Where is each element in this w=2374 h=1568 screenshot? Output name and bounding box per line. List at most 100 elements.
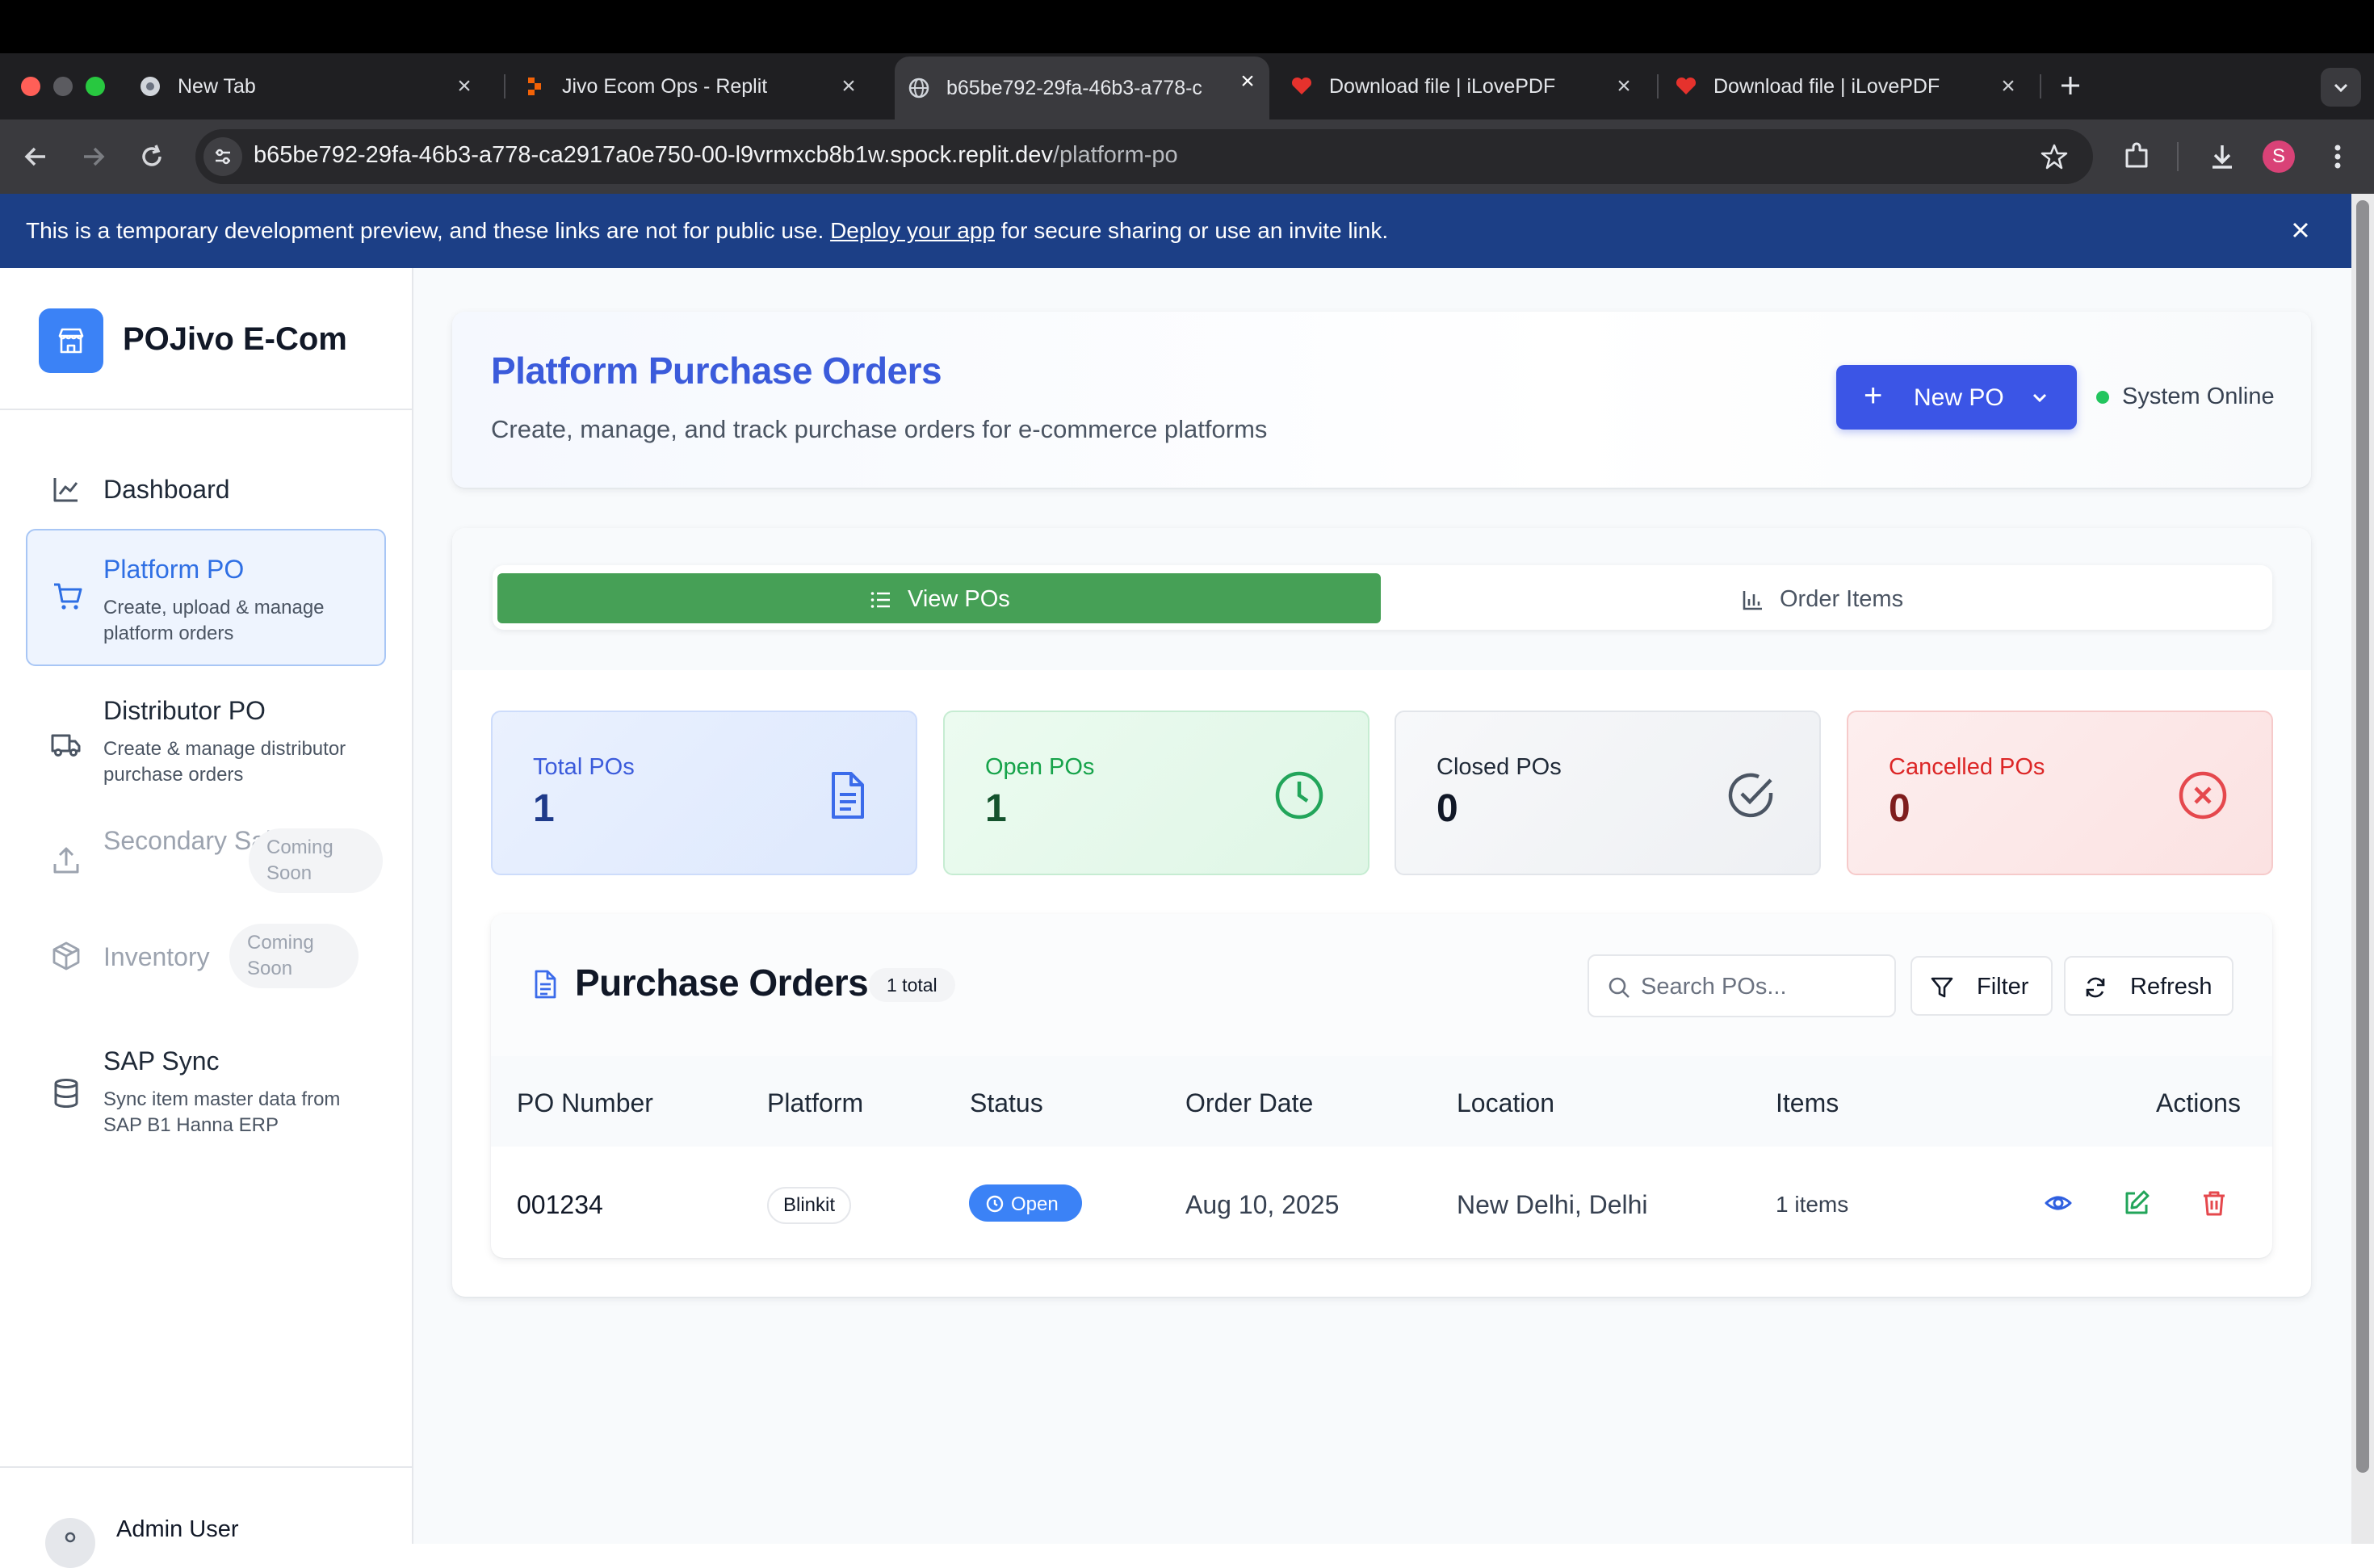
more-vertical-icon[interactable] [2326, 140, 2350, 173]
close-window-button[interactable] [21, 77, 40, 96]
tune-icon [216, 149, 230, 165]
new-tab-plus-icon[interactable] [2057, 73, 2083, 99]
user-name: Admin User [116, 1516, 239, 1542]
sidebar-item-distributor-po[interactable]: Distributor PO Create & manage distribut… [26, 678, 386, 807]
sidebar-item-platform-po[interactable]: Platform PO Create, upload & manage plat… [26, 529, 386, 666]
sidebar: POJivo E-Com Dashboard Platform PO Creat… [0, 268, 413, 1544]
browser-tab[interactable]: Download file | iLovePDF × [1675, 61, 2030, 111]
stat-card-total: Total POs 1 [491, 711, 917, 875]
items-cell: 1 items [1776, 1192, 1849, 1217]
browser-tab-active[interactable]: b65be792-29fa-46b3-a778-c × [895, 57, 1269, 119]
replit-icon [528, 78, 541, 95]
divider [0, 409, 412, 410]
tab-title: Download file | iLovePDF [1329, 74, 1556, 98]
divider [0, 1466, 412, 1468]
tab-title: b65be792-29fa-46b3-a778-c [946, 76, 1202, 99]
chevron-down-icon [2032, 393, 2047, 403]
user-icon [65, 1532, 76, 1543]
sidebar-item-label: Dashboard [103, 475, 230, 504]
po-number-cell[interactable]: 001234 [517, 1190, 603, 1220]
back-arrow-icon[interactable] [18, 139, 53, 174]
close-tab-icon[interactable]: × [1234, 68, 1261, 95]
dev-preview-banner: This is a temporary development preview,… [0, 194, 2374, 268]
sidebar-item-label: SAP Sync [103, 1046, 220, 1075]
deploy-app-link[interactable]: Deploy your app [830, 218, 995, 243]
cart-icon [54, 583, 82, 610]
page-subtitle: Create, manage, and track purchase order… [491, 415, 1268, 443]
sidebar-item-subtitle: Create, upload & manage platform orders [103, 597, 325, 644]
column-header: Actions [2156, 1088, 2241, 1117]
sidebar-item-dashboard[interactable]: Dashboard [26, 459, 386, 523]
sidebar-item-sap-sync[interactable]: SAP Sync Sync item master data from SAP … [26, 1032, 386, 1145]
sidebar-item-label: Distributor PO [103, 696, 266, 725]
minimize-window-button[interactable] [53, 77, 73, 96]
close-tab-icon[interactable]: × [451, 73, 478, 100]
sidebar-item-secondary-sales: Secondary Sales Coming Soon [26, 817, 386, 906]
tab-label: Order Items [1780, 586, 1904, 612]
banner-text: for secure sharing or use an invite link… [994, 218, 1389, 243]
orders-count-badge: 1 total [869, 968, 955, 1002]
search-icon [1609, 977, 1630, 998]
view-eye-icon[interactable] [2044, 1189, 2073, 1218]
sidebar-item-subtitle: Create & manage distributor purchase ord… [103, 738, 346, 786]
site-info-button[interactable] [203, 137, 242, 176]
coming-soon-badge: Coming Soon [249, 828, 383, 893]
refresh-button[interactable]: Refresh [2064, 956, 2233, 1016]
download-icon[interactable] [2206, 140, 2238, 173]
close-icon[interactable] [2288, 218, 2313, 242]
sidebar-item-subtitle: Sync item master data from SAP B1 Hanna … [103, 1088, 341, 1136]
bookmark-star-icon[interactable] [2040, 142, 2069, 171]
location-cell: New Delhi, Delhi [1457, 1190, 1648, 1219]
new-po-label: New PO [1914, 384, 2004, 411]
column-header[interactable]: PO Number [517, 1088, 653, 1118]
scrollbar-thumb[interactable] [2356, 200, 2369, 1473]
tab-label: View POs [908, 586, 1010, 612]
browser-tab[interactable]: Jivo Ecom Ops - Replit × [523, 61, 870, 111]
close-tab-icon[interactable]: × [1994, 73, 2022, 100]
column-header[interactable]: Items [1776, 1088, 1839, 1118]
reload-icon[interactable] [134, 139, 170, 174]
orders-title: Purchase Orders [575, 962, 869, 1004]
new-po-button[interactable]: + New PO [1836, 365, 2077, 430]
zoom-window-button[interactable] [86, 77, 105, 96]
refresh-label: Refresh [2130, 974, 2213, 1000]
search-field[interactable] [1641, 969, 1883, 1004]
column-header[interactable]: Location [1457, 1088, 1554, 1118]
browser-tab[interactable]: New Tab × [139, 61, 486, 111]
profile-avatar[interactable]: S [2263, 140, 2295, 173]
ilovepdf-icon [1291, 77, 1312, 94]
x-circle-icon [2179, 771, 2227, 820]
forward-arrow-icon[interactable] [76, 139, 111, 174]
page-title: Platform Purchase Orders [491, 350, 942, 392]
stat-value: 0 [1437, 787, 1458, 830]
filter-button[interactable]: Filter [1911, 956, 2053, 1016]
tab-order-items[interactable]: Order Items [1382, 573, 2266, 623]
avatar[interactable] [45, 1518, 95, 1568]
status-badge: Open [969, 1184, 1082, 1222]
column-header[interactable]: Status [970, 1088, 1043, 1118]
tab-title: New Tab [178, 74, 256, 98]
os-menu-bar [0, 0, 2374, 53]
sidebar-item-inventory: Inventory Coming Soon [26, 922, 386, 992]
tab-search-button[interactable] [2321, 68, 2361, 107]
column-header[interactable]: Platform [767, 1088, 863, 1118]
banner-text: This is a temporary development preview,… [26, 218, 831, 243]
status-label: Open [1011, 1193, 1059, 1215]
close-tab-icon[interactable]: × [1610, 73, 1638, 100]
store-icon [58, 328, 84, 354]
tab-view-pos[interactable]: View POs [497, 573, 1381, 623]
url-text[interactable]: b65be792-29fa-46b3-a778-ca2917a0e750-00-… [254, 142, 1178, 169]
chart-line-icon [53, 478, 78, 502]
ilovepdf-icon [1676, 77, 1697, 94]
tab-separator [504, 74, 505, 99]
globe-icon [908, 78, 929, 99]
search-input[interactable] [1588, 954, 1896, 1017]
clock-icon [986, 1195, 1004, 1213]
close-tab-icon[interactable]: × [835, 73, 862, 100]
column-header[interactable]: Order Date [1185, 1088, 1313, 1118]
edit-icon[interactable] [2122, 1189, 2151, 1218]
browser-tab[interactable]: Download file | iLovePDF × [1290, 61, 1646, 111]
delete-trash-icon[interactable] [2200, 1189, 2229, 1218]
extensions-icon[interactable] [2120, 140, 2153, 173]
table-row[interactable] [491, 1147, 2272, 1258]
